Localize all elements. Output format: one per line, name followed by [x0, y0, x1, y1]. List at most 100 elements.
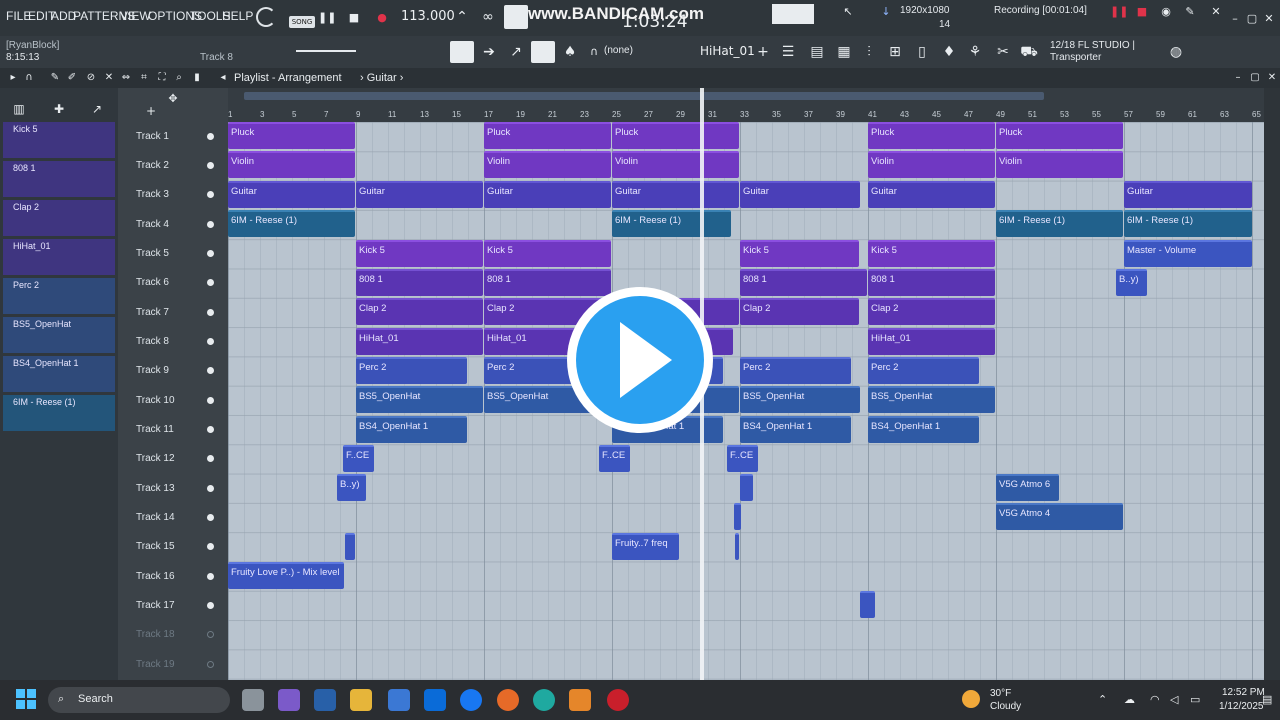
track-label-10[interactable]: Track 10: [136, 395, 175, 406]
track-label-8[interactable]: Track 8: [136, 336, 169, 347]
clip-guitar[interactable]: Guitar: [1124, 181, 1252, 208]
magnet-icon[interactable]: ∩: [20, 69, 38, 87]
battery-icon[interactable]: ▭: [1190, 693, 1200, 706]
pattern-song-icon[interactable]: [504, 5, 528, 29]
select-icon[interactable]: ⛶: [153, 69, 171, 87]
clip-pluck[interactable]: Pluck: [996, 122, 1123, 149]
clip-bs4-openhat[interactable]: BS4_OpenHat 1: [740, 416, 851, 443]
track-mute-5[interactable]: [207, 250, 214, 257]
clip-bs5-openhat[interactable]: BS5_OpenHat: [740, 386, 860, 413]
chevron-up-icon[interactable]: ⌃: [1098, 693, 1107, 706]
clip-perc[interactable]: Perc 2: [740, 357, 851, 384]
track-mute-3[interactable]: [207, 191, 214, 198]
paint-icon[interactable]: ✐: [63, 69, 81, 87]
song-mode-toggle[interactable]: SONG: [289, 16, 315, 28]
store-icon[interactable]: [388, 689, 410, 711]
file-explorer-icon[interactable]: [350, 689, 372, 711]
facebook-icon[interactable]: [460, 689, 482, 711]
fl-studio-icon[interactable]: [569, 689, 591, 711]
clip-reese[interactable]: 6IM - Reese (1): [996, 210, 1123, 237]
timeline-ruler[interactable]: 1 3 5 7 9 11 13 15 17 19 21 23 25 27 29 …: [228, 88, 1264, 122]
track-mute-18[interactable]: [207, 631, 214, 638]
metronome-icon[interactable]: ⌃: [453, 8, 471, 26]
piano-roll-icon[interactable]: ▦: [835, 43, 853, 61]
clip-automation-small[interactable]: [345, 533, 355, 560]
master-volume-knob-icon[interactable]: [256, 7, 276, 27]
clip-clap[interactable]: Clap 2: [868, 298, 995, 325]
loop-icon[interactable]: ∞: [479, 8, 497, 26]
menu-help[interactable]: HELP: [222, 9, 253, 23]
clip-kick[interactable]: Kick 5: [484, 240, 611, 267]
clip-kick[interactable]: Kick 5: [356, 240, 483, 267]
taskbar-search-input[interactable]: [48, 687, 230, 713]
channel-rack-icon[interactable]: ▤: [808, 43, 826, 61]
clip-kick[interactable]: Kick 5: [740, 240, 859, 267]
firefox-icon[interactable]: [497, 689, 519, 711]
stamp-icon[interactable]: ♠: [561, 43, 579, 61]
plugin-icon[interactable]: ♦: [940, 43, 958, 61]
track-mute-4[interactable]: [207, 221, 214, 228]
pattern-none-label[interactable]: (none): [604, 45, 633, 56]
slice-icon[interactable]: ⌗: [135, 69, 153, 87]
menu-view[interactable]: VIEW: [120, 9, 151, 23]
track-mute-11[interactable]: [207, 426, 214, 433]
clip-808[interactable]: 808 1: [356, 269, 483, 296]
draw-icon[interactable]: ✎: [46, 69, 64, 87]
clip-fce-automation[interactable]: F..CE: [727, 445, 758, 472]
teams-icon[interactable]: [314, 689, 336, 711]
clip-808[interactable]: 808 1: [740, 269, 867, 296]
playlist-minimize-icon[interactable]: –: [1229, 69, 1247, 87]
headphones-icon[interactable]: ∩: [585, 43, 603, 61]
close-icon[interactable]: ✕: [1260, 10, 1278, 28]
track-label-11[interactable]: Track 11: [136, 424, 174, 435]
weather-icon[interactable]: [962, 690, 980, 708]
vertical-scrollbar[interactable]: [1264, 88, 1280, 680]
tempo-display[interactable]: 113.000: [401, 9, 455, 24]
clip-bs4-openhat[interactable]: BS4_OpenHat 1: [868, 416, 979, 443]
browser-icon[interactable]: ⊞: [886, 43, 904, 61]
slip-icon[interactable]: ⇔: [117, 69, 135, 87]
clip-perc[interactable]: Perc 2: [868, 357, 979, 384]
breadcrumb-guitar[interactable]: Guitar: [367, 72, 397, 84]
pattern-perc-2[interactable]: Perc 2: [3, 278, 115, 314]
track-label-7[interactable]: Track 7: [136, 307, 169, 318]
close-recorder-icon[interactable]: ✕: [1207, 3, 1225, 21]
slide-icon[interactable]: ↗: [507, 43, 525, 61]
clip-guitar[interactable]: Guitar: [484, 181, 611, 208]
clip-violin[interactable]: Violin: [868, 151, 995, 178]
track-mute-17[interactable]: [207, 602, 214, 609]
pattern-bs4-openhat-1[interactable]: BS4_OpenHat 1: [3, 356, 115, 392]
bandicam-icon[interactable]: [607, 689, 629, 711]
download-icon[interactable]: ↓: [877, 3, 895, 21]
clip-violin[interactable]: Violin: [612, 151, 739, 178]
mute-icon[interactable]: ✕: [100, 69, 118, 87]
track-label-6[interactable]: Track 6: [136, 277, 169, 288]
clip-violin[interactable]: Violin: [484, 151, 611, 178]
track-label-9[interactable]: Track 9: [136, 365, 169, 376]
globe-icon[interactable]: ◍: [1167, 43, 1185, 61]
clip-bs5-openhat[interactable]: BS5_OpenHat: [356, 386, 483, 413]
clip-hihat[interactable]: HiHat_01: [868, 328, 995, 355]
add-pattern-icon[interactable]: +: [754, 43, 772, 61]
piano-keys-icon[interactable]: ▥: [10, 100, 28, 118]
playlist-icon[interactable]: ☰: [779, 43, 797, 61]
playlist-close-icon[interactable]: ✕: [1263, 69, 1280, 87]
clip-bs4-openhat[interactable]: BS4_OpenHat 1: [356, 416, 467, 443]
clip-pluck[interactable]: Pluck: [228, 122, 355, 149]
track-mute-10[interactable]: [207, 397, 214, 404]
clip-guitar[interactable]: Guitar: [612, 181, 739, 208]
track-label-5[interactable]: Track 5: [136, 248, 169, 259]
clip-reese[interactable]: 6IM - Reese (1): [612, 210, 731, 237]
pattern-bs5-openhat[interactable]: BS5_OpenHat: [3, 317, 115, 353]
clip-master-volume[interactable]: Master - Volume: [1124, 240, 1252, 267]
cart-icon[interactable]: ⛟: [1020, 43, 1038, 61]
copilot-icon[interactable]: [278, 689, 300, 711]
edge-icon[interactable]: [533, 689, 555, 711]
track-label-15[interactable]: Track 15: [136, 541, 175, 552]
piano-icon[interactable]: [450, 41, 474, 63]
dropbox-icon[interactable]: [424, 689, 446, 711]
record-icon[interactable]: ●: [373, 9, 391, 27]
clip-pluck[interactable]: Pluck: [868, 122, 995, 149]
minimize-icon[interactable]: –: [1226, 10, 1244, 28]
automation-icon[interactable]: ↗: [88, 100, 106, 118]
